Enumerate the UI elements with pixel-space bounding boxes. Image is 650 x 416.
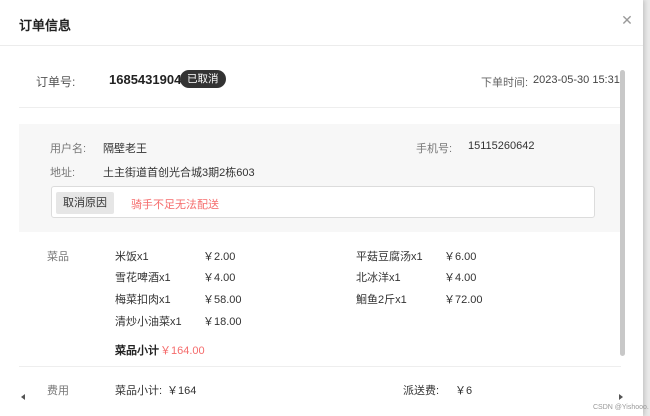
dish-subtotal-label: 菜品小计 [115, 345, 159, 357]
dish-name: 平菇豆腐汤x1 [356, 251, 423, 263]
user-name-label: 用户名: [50, 143, 87, 155]
status-badge: 已取消 [180, 70, 226, 88]
dish-name: 鮰鱼2斤x1 [356, 294, 407, 306]
dish-price: ￥6.00 [444, 251, 477, 263]
fee-subtotal-value: ￥164 [167, 385, 197, 397]
close-icon[interactable]: ✕ [619, 12, 635, 28]
delivery-fee-value: ￥6 [455, 385, 473, 397]
dish-price: ￥72.00 [444, 294, 483, 306]
dish-price: ￥58.00 [203, 294, 242, 306]
cancel-reason-box: 取消原因 骑手不足无法配送 [51, 186, 595, 218]
scroll-right-arrow-icon[interactable] [619, 394, 623, 400]
dishes-label: 菜品 [47, 251, 69, 263]
cancel-reason-text: 骑手不足无法配送 [131, 199, 219, 211]
dish-price: ￥4.00 [203, 272, 236, 284]
dish-name: 清炒小油菜x1 [115, 316, 182, 328]
divider [19, 107, 621, 108]
dish-name: 米饭x1 [115, 251, 149, 263]
dish-name: 梅菜扣肉x1 [115, 294, 171, 306]
phone-number: 15115260642 [468, 140, 535, 152]
phone-label: 手机号: [416, 143, 453, 155]
dish-name: 雪花啤酒x1 [115, 272, 171, 284]
order-dialog: 订单信息 ✕ 订单号: 1685431904082 已取消 下单时间: 2023… [0, 0, 643, 416]
watermark: CSDN @Yishooo. [593, 404, 649, 411]
dialog-header: 订单信息 ✕ [0, 0, 643, 46]
address: 土主街道首创光合城3期2栋603 [103, 167, 255, 179]
address-label: 地址: [50, 167, 76, 179]
scroll-left-arrow-icon[interactable] [21, 394, 25, 400]
fee-subtotal-label: 菜品小计: [115, 385, 163, 397]
dish-price: ￥4.00 [444, 272, 477, 284]
order-time: 2023-05-30 15:31 [533, 74, 620, 86]
vertical-scrollbar[interactable] [620, 70, 625, 356]
order-time-label: 下单时间: [481, 77, 529, 89]
fees-label: 费用 [47, 385, 69, 397]
user-name: 隔壁老王 [103, 143, 147, 155]
cancel-reason-tag: 取消原因 [56, 192, 114, 214]
dialog-title: 订单信息 [19, 18, 72, 33]
order-number-label: 订单号: [36, 75, 76, 89]
dish-price: ￥2.00 [203, 251, 236, 263]
dish-name: 北冰洋x1 [356, 272, 401, 284]
dish-subtotal-value: ￥164.00 [160, 345, 205, 357]
divider [19, 366, 621, 367]
dish-price: ￥18.00 [203, 316, 242, 328]
delivery-fee-label: 派送费: [403, 385, 440, 397]
